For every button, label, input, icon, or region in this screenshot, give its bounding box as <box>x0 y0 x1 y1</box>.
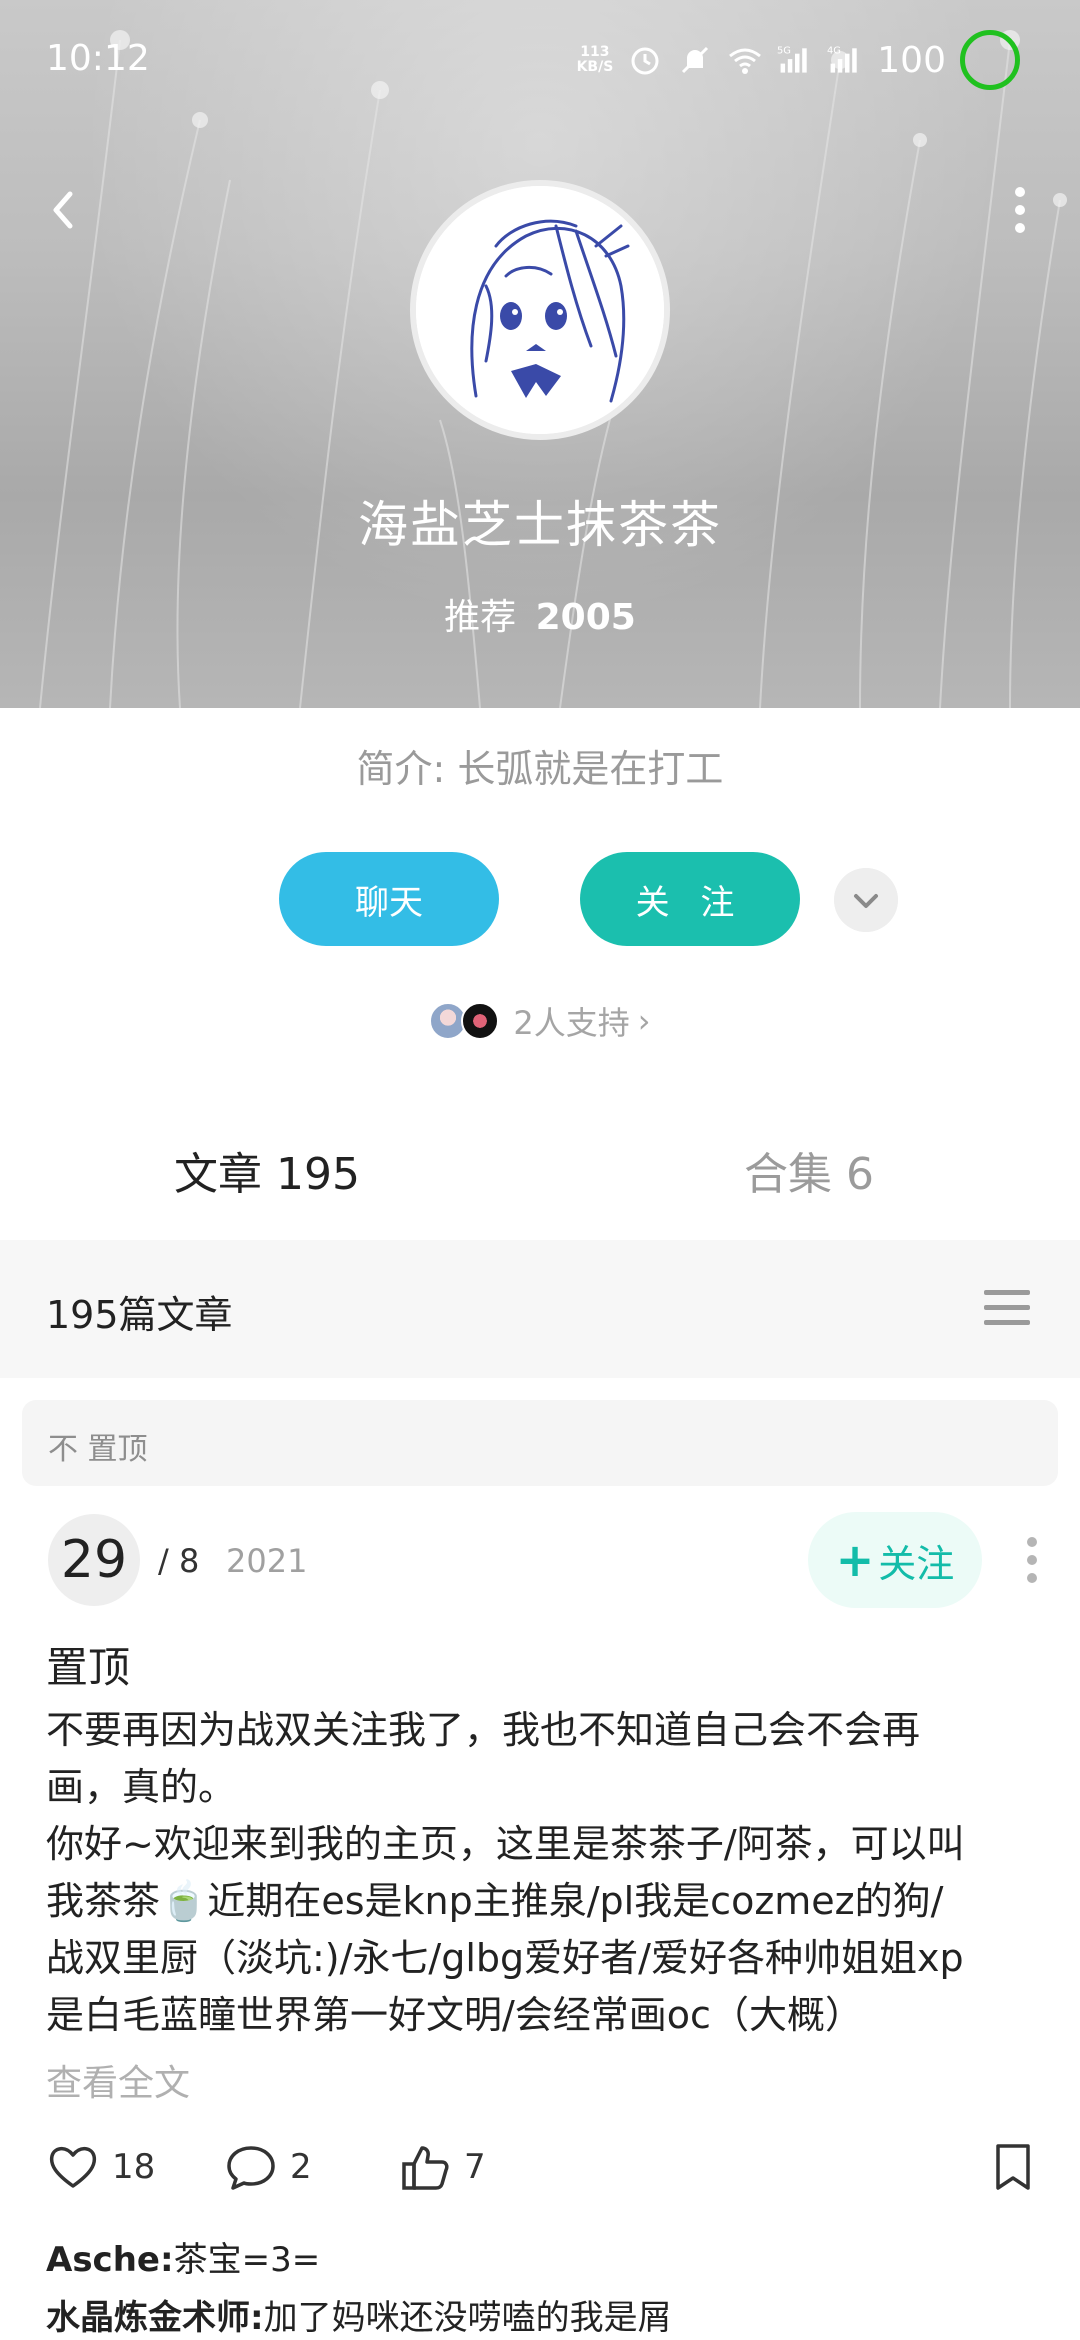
post-body-line: 你好~欢迎来到我的主页，这里是茶茶子/阿茶，可以叫 <box>46 1822 965 1866</box>
follow-button[interactable]: 关 注 <box>580 852 800 946</box>
network-speed: 113 KB/S <box>577 45 614 75</box>
alarm-icon <box>631 47 659 75</box>
svg-text:5G: 5G <box>777 46 791 57</box>
tab-collections[interactable]: 合集 6 <box>744 1138 874 1202</box>
recommend-post-count: 7 <box>464 2147 486 2187</box>
signal-4g-icon: 4G <box>827 46 857 73</box>
battery-level: 100 <box>877 39 946 81</box>
status-bar: 10:12 113 KB/S 5G 4G 100 <box>0 0 1080 120</box>
post-date-year: 2021 <box>226 1542 308 1580</box>
post-body-line: 画，真的。 <box>46 1765 237 1809</box>
comment-item[interactable]: 水晶炼金术师:加了妈咪还没唠嗑的我是屑 <box>46 2290 672 2339</box>
recommend-label: 推荐 <box>444 597 517 638</box>
profile-header: 10:12 113 KB/S 5G 4G 100 海盐芝士抹茶茶 推荐 2005 <box>0 0 1080 708</box>
post-title[interactable]: 置顶 <box>46 1634 130 1695</box>
more-options-icon[interactable] <box>990 180 1050 240</box>
post-follow-label: 关注 <box>878 1541 955 1586</box>
like-button[interactable]: 18 <box>46 2140 155 2194</box>
comment-user: 水晶炼金术师: <box>46 2298 264 2338</box>
thumbs-up-icon <box>402 2146 449 2190</box>
supporter-avatar <box>461 1002 500 1040</box>
network-speed-unit: KB/S <box>576 59 614 75</box>
status-icons: 113 KB/S 5G 4G 100 <box>577 30 1020 90</box>
recommend-number: 2005 <box>535 597 636 638</box>
like-count: 18 <box>112 2147 156 2187</box>
comment-item[interactable]: Asche:茶宝=3= <box>46 2232 320 2281</box>
list-menu-icon[interactable] <box>984 1288 1030 1328</box>
comment-button[interactable]: 2 <box>224 2140 312 2194</box>
svg-text:4G: 4G <box>827 46 841 57</box>
comment-text: 加了妈咪还没唠嗑的我是屑 <box>263 2298 672 2338</box>
read-more-link[interactable]: 查看全文 <box>46 2054 190 2106</box>
recommend-count: 推荐 2005 <box>0 588 1080 640</box>
comment-icon <box>227 2146 275 2190</box>
chat-button[interactable]: 聊天 <box>279 852 499 946</box>
comment-text: 茶宝=3= <box>173 2240 321 2280</box>
avatar-illustration <box>416 186 664 434</box>
battery-ring-icon <box>960 30 1020 90</box>
comment-user: Asche: <box>46 2240 174 2280</box>
post-follow-button[interactable]: + 关注 <box>808 1512 982 1608</box>
post-body-line: 我茶茶🍵近期在es是knp主推泉/pl我是cozmez的狗/ <box>46 1879 944 1923</box>
recommend-button[interactable]: 7 <box>398 2140 486 2194</box>
pinned-banner[interactable]: 不 置顶 <box>22 1400 1058 1486</box>
post-more-icon[interactable] <box>1014 1530 1050 1590</box>
heart-icon <box>49 2147 97 2188</box>
pinned-label: 不 置顶 <box>48 1432 148 1467</box>
mute-notification-icon <box>682 46 709 74</box>
supporters-link[interactable]: 2人支持 › <box>0 998 1080 1044</box>
profile-avatar[interactable] <box>410 180 670 440</box>
profile-bio: 简介: 长弧就是在打工 <box>356 747 724 791</box>
article-count-title: 195篇文章 <box>46 1293 233 1337</box>
wifi-icon <box>729 48 762 74</box>
post-body-line: 不要再因为战双关注我了，我也不知道自己会不会再 <box>46 1708 921 1752</box>
post-date-month: / 8 <box>158 1542 200 1580</box>
bookmark-button[interactable] <box>986 2140 1052 2194</box>
profile-name: 海盐芝士抹茶茶 <box>358 496 722 554</box>
supporters-text: 2人支持 <box>513 1004 630 1042</box>
signal-5g-icon: 5G <box>777 46 807 73</box>
back-icon[interactable] <box>34 180 94 240</box>
status-time: 10:12 <box>46 38 150 79</box>
bookmark-icon <box>996 2144 1030 2190</box>
article-list-header: 195篇文章 <box>0 1240 1080 1378</box>
tab-articles[interactable]: 文章 195 <box>174 1138 360 1202</box>
post-actions: 18 2 7 <box>46 2140 1046 2204</box>
comment-count: 2 <box>290 2147 312 2187</box>
chevron-right-icon: › <box>637 1002 651 1040</box>
chevron-down-icon[interactable] <box>834 868 898 932</box>
network-speed-value: 113 <box>580 44 610 60</box>
plus-icon: + <box>835 1533 875 1587</box>
post-date-day: 29 <box>48 1514 140 1606</box>
post-body-line: 战双里厨（淡坑:)/永七/glbg爱好者/爱好各种帅姐姐xp <box>46 1936 964 1980</box>
post-body-line: 是白毛蓝瞳世界第一好文明/会经常画oc（大概） <box>46 1993 863 2037</box>
post-body[interactable]: 不要再因为战双关注我了，我也不知道自己会不会再 画，真的。 你好~欢迎来到我的主… <box>46 1702 1046 2044</box>
